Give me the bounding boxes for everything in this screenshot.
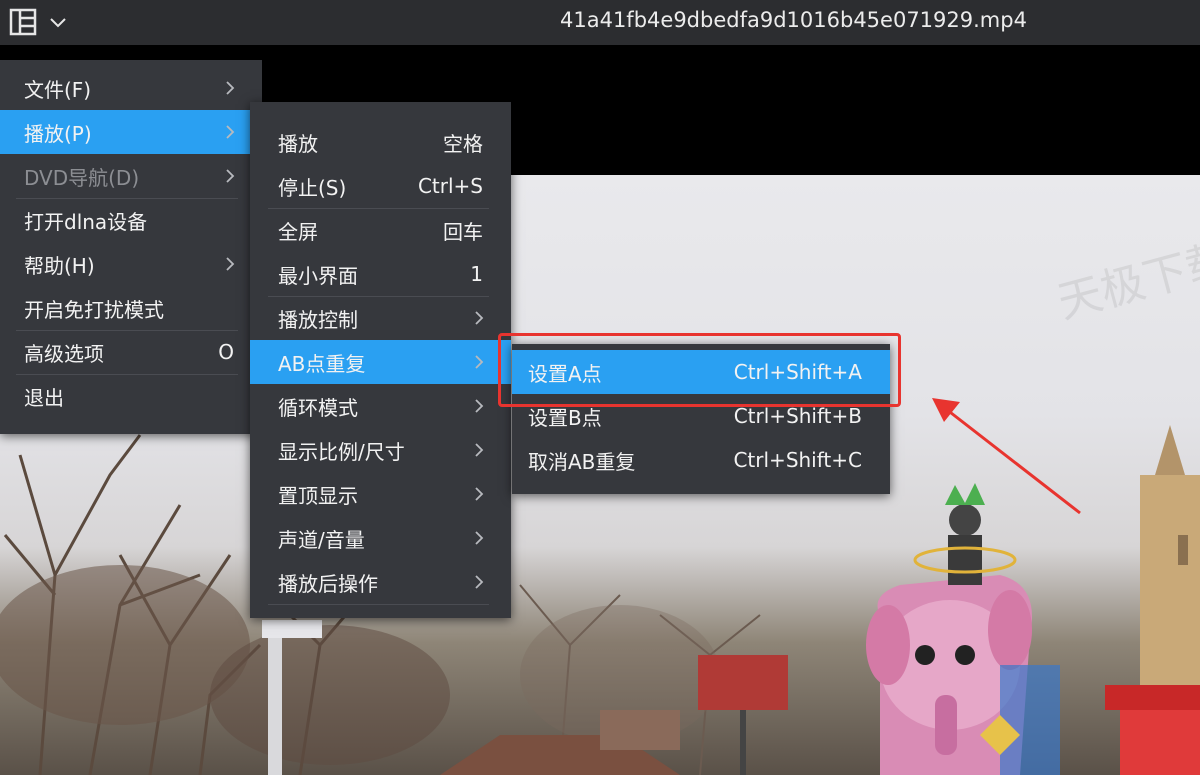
menu-item-shortcut: Ctrl+Shift+B bbox=[733, 404, 862, 428]
play-menu-item[interactable]: 播放后操作 bbox=[250, 560, 511, 604]
menu-item-label: 播放(P) bbox=[24, 121, 92, 146]
menu-item-label: 打开dlna设备 bbox=[24, 209, 148, 234]
menu-item-shortcut: 回车 bbox=[443, 219, 483, 244]
play-menu-item[interactable]: 播放控制 bbox=[250, 296, 511, 340]
play-menu-item[interactable]: 停止(S) Ctrl+S bbox=[250, 164, 511, 208]
ab-menu-item[interactable]: 取消AB重复 Ctrl+Shift+C bbox=[512, 438, 890, 482]
menu-item-label: 开启免打扰模式 bbox=[24, 297, 164, 322]
menu-item-label: 文件(F) bbox=[24, 77, 92, 102]
chevron-right-icon bbox=[475, 399, 484, 413]
menu-item-shortcut: 1 bbox=[470, 262, 483, 286]
chevron-right-icon bbox=[226, 81, 235, 95]
chevron-down-icon[interactable] bbox=[48, 12, 68, 32]
play-menu-item[interactable]: AB点重复 bbox=[250, 340, 511, 384]
menu-item-label: DVD导航(D) bbox=[24, 165, 140, 190]
menu-item-shortcut: Ctrl+S bbox=[417, 174, 483, 198]
red-arrow-icon bbox=[932, 398, 1081, 515]
chevron-right-icon bbox=[475, 443, 484, 457]
menu-item-shortcut: 空格 bbox=[443, 131, 483, 156]
menu-item-label: 声道/音量 bbox=[278, 527, 365, 552]
chevron-right-icon bbox=[475, 575, 484, 589]
main-menu-item[interactable]: 高级选项 O bbox=[0, 330, 250, 374]
main-menu-item[interactable]: 帮助(H) bbox=[0, 242, 250, 286]
chevron-right-icon bbox=[226, 125, 235, 139]
main-menu-item[interactable]: 开启免打扰模式 bbox=[0, 286, 250, 330]
menu-item-label: 最小界面 bbox=[278, 263, 358, 288]
menu-item-shortcut: O bbox=[218, 340, 234, 364]
highlight-box bbox=[498, 333, 901, 407]
menu-item-label: 显示比例/尺寸 bbox=[278, 439, 405, 464]
menu-item-label: 播放控制 bbox=[278, 307, 358, 332]
menu-item-label: 全屏 bbox=[278, 219, 318, 244]
menu-item-label: 置顶显示 bbox=[278, 483, 358, 508]
chevron-right-icon bbox=[226, 257, 235, 271]
main-menu-item[interactable]: 退出 bbox=[0, 374, 250, 418]
window-title: 41a41fb4e9dbedfa9d1016b45e071929.mp4 bbox=[560, 8, 1027, 32]
play-menu-item[interactable]: 循环模式 bbox=[250, 384, 511, 428]
menu-item-label: 高级选项 bbox=[24, 341, 104, 366]
menu-item-shortcut: Ctrl+Shift+C bbox=[733, 448, 862, 472]
menu-item-label: 循环模式 bbox=[278, 395, 358, 420]
chevron-right-icon bbox=[475, 487, 484, 501]
panel-layout-icon[interactable] bbox=[8, 7, 38, 37]
menu-item-label: 帮助(H) bbox=[24, 253, 95, 278]
play-menu-item[interactable]: 最小界面 1 bbox=[250, 252, 511, 296]
menu-item-label: 取消AB重复 bbox=[528, 449, 636, 474]
main-menu-item[interactable]: 播放(P) bbox=[0, 110, 250, 154]
play-menu-item[interactable]: 全屏 回车 bbox=[250, 208, 511, 252]
chevron-right-icon bbox=[475, 531, 484, 545]
menu-item-label: 播放后操作 bbox=[278, 571, 378, 596]
main-menu-item[interactable]: 文件(F) bbox=[0, 66, 250, 110]
main-menu: 文件(F) 播放(P) DVD导航(D) 打开dlna设备 帮助(H) 开启免打扰模式 高级… bbox=[0, 60, 262, 434]
menu-separator bbox=[268, 604, 489, 605]
menu-item-label: 播放 bbox=[278, 131, 318, 156]
main-menu-item[interactable]: 打开dlna设备 bbox=[0, 198, 250, 242]
chevron-right-icon bbox=[226, 169, 235, 183]
title-bar: 41a41fb4e9dbedfa9d1016b45e071929.mp4 bbox=[0, 0, 1200, 45]
menu-item-label: 停止(S) bbox=[278, 175, 347, 200]
play-menu-item[interactable]: 播放 空格 bbox=[250, 120, 511, 164]
menu-item-label: AB点重复 bbox=[278, 351, 366, 376]
play-menu-item[interactable]: 置顶显示 bbox=[250, 472, 511, 516]
play-menu-item[interactable]: 声道/音量 bbox=[250, 516, 511, 560]
chevron-right-icon bbox=[475, 355, 484, 369]
play-submenu: 播放 空格停止(S) Ctrl+S 全屏 回车最小界面 1 播放控制 AB点重复循环模式显示比… bbox=[250, 102, 511, 618]
main-menu-item: DVD导航(D) bbox=[0, 154, 250, 198]
menu-item-label: 退出 bbox=[24, 385, 64, 410]
play-menu-item[interactable]: 显示比例/尺寸 bbox=[250, 428, 511, 472]
chevron-right-icon bbox=[475, 311, 484, 325]
